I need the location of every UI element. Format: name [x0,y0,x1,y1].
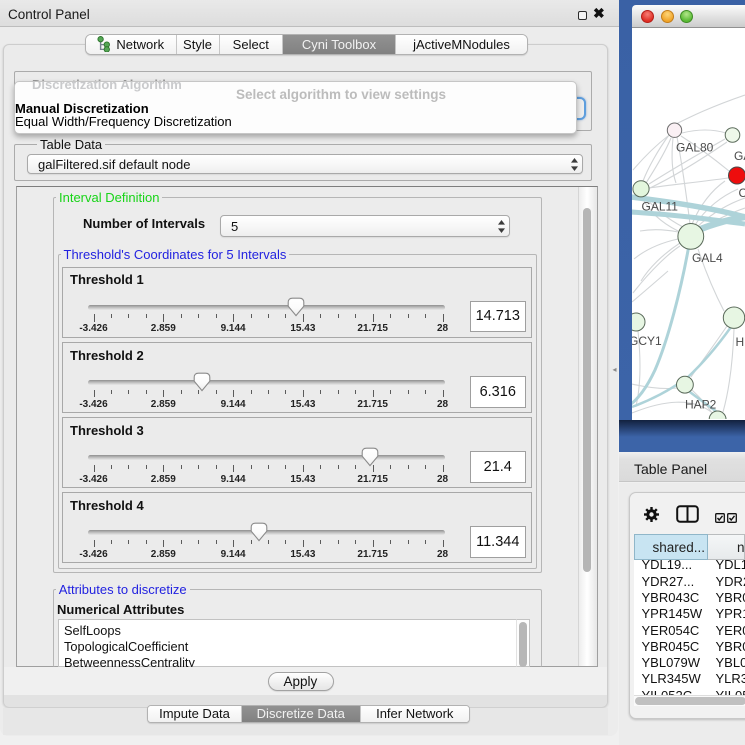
svg-text:CD: CD [739,186,745,200]
svg-text:HAP2: HAP2 [685,398,717,412]
svg-text:GCY1: GCY1 [632,334,662,348]
svg-text:GA: GA [734,149,745,163]
svg-text:GAL4: GAL4 [692,251,723,265]
svg-text:H: H [736,335,745,349]
svg-text:GAL80: GAL80 [676,141,714,155]
svg-text:GAL11: GAL11 [642,200,679,214]
